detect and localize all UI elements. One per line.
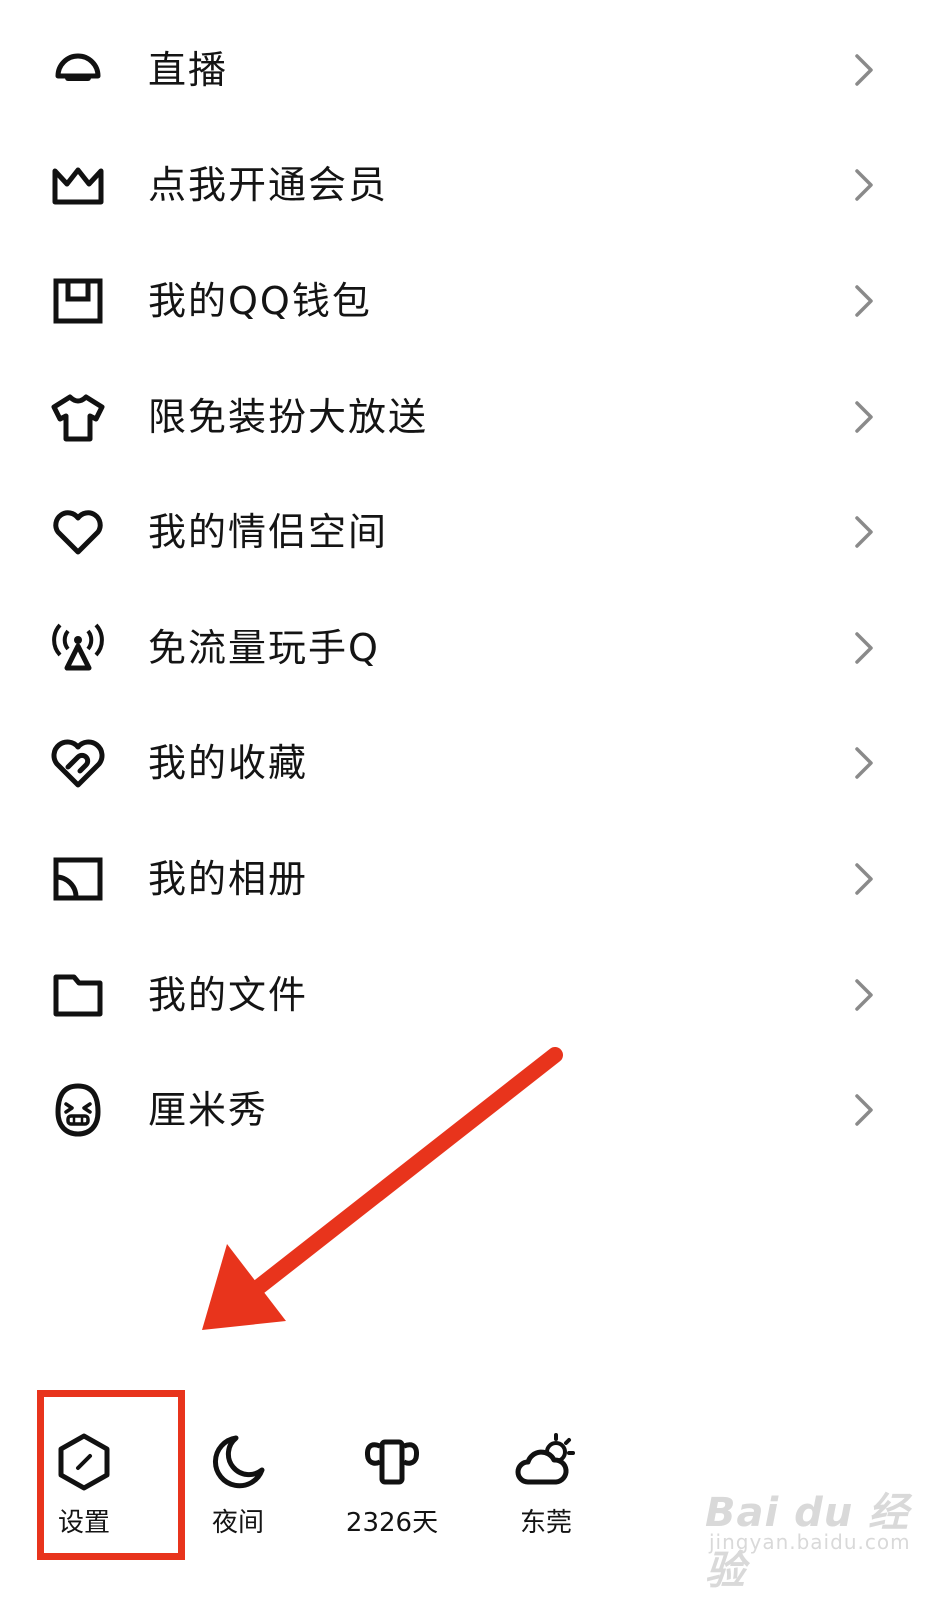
live-icon	[48, 40, 108, 100]
cmshow-face-icon	[48, 1080, 108, 1140]
crown-icon	[48, 155, 108, 215]
menu-item-label: 我的相册	[148, 856, 309, 901]
chevron-right-icon	[852, 52, 876, 88]
menu-item-label: 限免装扮大放送	[148, 394, 429, 439]
night-label: 夜间	[211, 1508, 264, 1538]
menu-item-label: 免流量玩手Q	[148, 625, 380, 670]
menu-item-label: 我的收藏	[148, 741, 309, 786]
weather-button[interactable]: 东莞	[486, 1430, 606, 1550]
chevron-right-icon	[852, 745, 876, 781]
menu-item-favorites[interactable]: 我的收藏	[0, 706, 941, 822]
menu-item-album[interactable]: 我的相册	[0, 821, 941, 937]
chevron-right-icon	[852, 1092, 876, 1128]
chevron-right-icon	[852, 167, 876, 203]
days-label: 2326天	[345, 1508, 439, 1538]
menu-item-wallet[interactable]: 我的QQ钱包	[0, 243, 941, 359]
menu-item-themes[interactable]: 限免装扮大放送	[0, 359, 941, 475]
moon-icon	[206, 1430, 270, 1494]
weather-label: 东莞	[519, 1508, 572, 1538]
days-button[interactable]: 2326天	[332, 1430, 452, 1550]
baidu-jingyan-watermark: Bai du 经验 jingyan.baidu.com	[705, 1480, 935, 1594]
menu-item-label: 我的文件	[148, 972, 309, 1017]
chevron-right-icon	[852, 283, 876, 319]
heart-icon	[48, 502, 108, 562]
chevron-right-icon	[852, 399, 876, 435]
menu-item-label: 点我开通会员	[148, 163, 389, 208]
chevron-right-icon	[852, 861, 876, 897]
menu-item-couple-space[interactable]: 我的情侣空间	[0, 474, 941, 590]
menu-item-files[interactable]: 我的文件	[0, 937, 941, 1053]
tshirt-icon	[48, 387, 108, 447]
menu-item-cmshow[interactable]: 厘米秀	[0, 1052, 941, 1168]
folder-icon	[48, 965, 108, 1025]
watermark-url: jingyan.baidu.com	[709, 1530, 911, 1554]
chevron-right-icon	[852, 514, 876, 550]
signal-tower-icon	[48, 618, 108, 678]
menu-item-label: 我的QQ钱包	[148, 278, 372, 323]
favorite-icon	[48, 733, 108, 793]
chevron-right-icon	[852, 630, 876, 666]
cloud-sun-icon	[514, 1430, 578, 1494]
menu-item-label: 直播	[148, 47, 229, 92]
menu-item-label: 我的情侣空间	[148, 510, 389, 555]
menu-item-vip[interactable]: 点我开通会员	[0, 128, 941, 244]
chevron-right-icon	[852, 977, 876, 1013]
menu-item-label: 厘米秀	[148, 1088, 269, 1133]
side-menu: 直播 点我开通会员 我的QQ钱包 限免装扮大放送 我的情侣空间 免流量玩手Q 我…	[0, 12, 941, 1168]
annotation-highlight-box	[37, 1390, 185, 1560]
trophy-icon	[360, 1430, 424, 1494]
wallet-icon	[48, 271, 108, 331]
night-mode-button[interactable]: 夜间	[178, 1430, 298, 1550]
menu-item-live[interactable]: 直播	[0, 12, 941, 128]
menu-item-free-data[interactable]: 免流量玩手Q	[0, 590, 941, 706]
album-icon	[48, 849, 108, 909]
